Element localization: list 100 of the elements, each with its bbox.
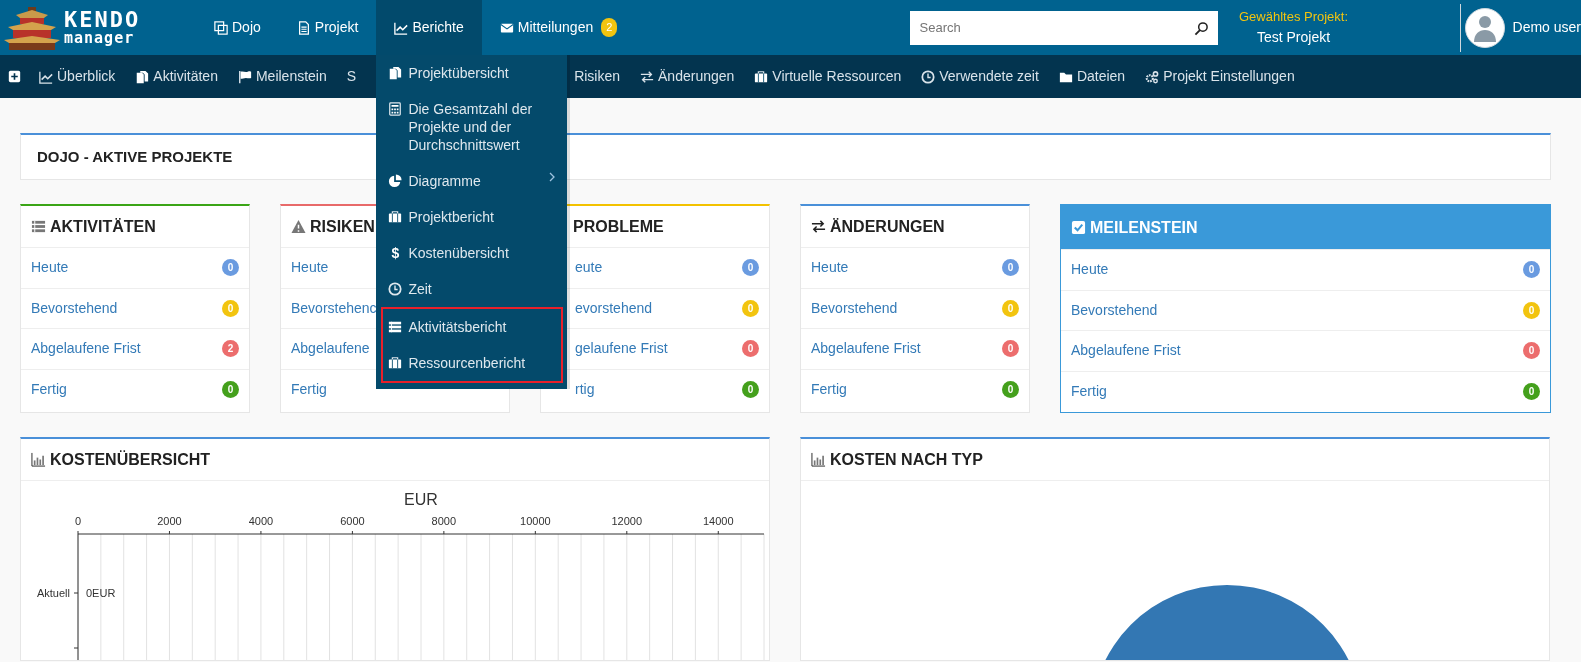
copy-icon bbox=[214, 20, 228, 35]
menu-item[interactable]: $ Kostenübersicht bbox=[376, 235, 568, 271]
menu-item[interactable]: Aktivitätsbericht bbox=[383, 309, 562, 345]
tick-label: 14000 bbox=[702, 515, 734, 527]
status-link[interactable]: eute bbox=[575, 257, 603, 279]
subnav-link[interactable]: Risiken bbox=[574, 66, 631, 87]
nav-tab[interactable]: Dojo bbox=[196, 0, 279, 55]
count-badge: 0 bbox=[742, 381, 759, 399]
count-badge: 0 bbox=[1002, 259, 1019, 277]
checkbox-icon bbox=[1071, 220, 1086, 235]
subnav-link[interactable]: Dateien bbox=[1048, 66, 1136, 87]
status-link[interactable]: Heute bbox=[811, 257, 849, 279]
document-icon bbox=[296, 20, 311, 35]
menu-item[interactable]: Ressourcenbericht bbox=[383, 345, 562, 381]
bar-chart-icon bbox=[31, 452, 46, 467]
bar-chart-icon bbox=[811, 452, 826, 467]
avatar[interactable] bbox=[1464, 7, 1505, 48]
dollar-icon: $ bbox=[388, 244, 403, 262]
subnav-link[interactable]: Projekt Einstellungen bbox=[1135, 66, 1305, 87]
nav-tab[interactable]: Projekt bbox=[278, 0, 377, 55]
search-field[interactable]: Search bbox=[909, 10, 1218, 45]
count-badge: 0 bbox=[222, 381, 239, 399]
add-button[interactable] bbox=[8, 70, 21, 83]
panel-title: DOJO - AKTIVE PROJEKTE bbox=[37, 146, 233, 167]
subnav-link[interactable]: Aktivitäten bbox=[125, 66, 228, 87]
plus-icon bbox=[8, 70, 21, 83]
menu-item[interactable]: Die Gesamtzahl der Projekte und der Durchschnittswert bbox=[376, 91, 568, 163]
subnav-link[interactable]: Virtuelle Ressourcen bbox=[744, 66, 912, 87]
status-link[interactable]: Bevorstehend bbox=[31, 297, 118, 319]
tick-label: 10000 bbox=[520, 515, 551, 527]
swap-arrows-icon bbox=[640, 69, 655, 84]
status-link[interactable]: gelaufene Frist bbox=[575, 338, 668, 360]
status-link[interactable]: Fertig bbox=[291, 379, 327, 401]
tick-label: 4000 bbox=[248, 515, 274, 527]
card-title: KOSTENÜBERSICHT bbox=[50, 449, 210, 470]
tick-label: 2000 bbox=[157, 515, 182, 527]
menu-item[interactable]: Zeit bbox=[376, 271, 568, 307]
menu-item[interactable]: Projektübersicht bbox=[376, 59, 568, 91]
briefcase-icon bbox=[388, 356, 403, 370]
status-link[interactable]: Heute bbox=[291, 257, 329, 279]
count-badge: 0 bbox=[1523, 301, 1540, 319]
count-badge: 0 bbox=[742, 299, 759, 317]
status-link[interactable]: rtig bbox=[575, 379, 595, 401]
tick-label: 12000 bbox=[611, 515, 643, 527]
status-link[interactable]: Abgelaufene bbox=[291, 338, 370, 360]
status-link[interactable]: evorstehend bbox=[575, 297, 653, 319]
briefcase-icon bbox=[388, 210, 403, 224]
subnav-link[interactable]: Meilenstein bbox=[227, 66, 337, 87]
pagoda-drawing bbox=[4, 4, 60, 51]
tick-label: 6000 bbox=[340, 515, 365, 527]
status-link[interactable]: Fertig bbox=[1071, 381, 1107, 403]
documents-icon bbox=[135, 69, 150, 84]
flag-icon bbox=[237, 69, 252, 84]
axis-title: EUR bbox=[404, 491, 438, 508]
status-link[interactable]: Heute bbox=[1071, 259, 1109, 281]
card-title: ÄNDERUNGEN bbox=[830, 216, 945, 237]
subnav-link[interactable]: Verwendete zeit bbox=[911, 66, 1049, 87]
subnav-link[interactable]: S bbox=[336, 66, 357, 87]
card-title: KOSTEN NACH TYP bbox=[830, 449, 983, 470]
count-badge: 0 bbox=[222, 299, 239, 317]
menu-item[interactable]: Diagramme bbox=[376, 163, 568, 199]
status-link[interactable]: Bevorstehend bbox=[811, 297, 898, 319]
count-badge: 2 bbox=[601, 18, 618, 37]
status-link[interactable]: Heute bbox=[31, 257, 69, 279]
line-chart-icon bbox=[39, 69, 53, 84]
count-badge: 0 bbox=[1002, 299, 1019, 317]
count-badge: 0 bbox=[1523, 383, 1540, 401]
tick-label: 8000 bbox=[431, 515, 457, 527]
card-title: RISIKEN bbox=[310, 216, 375, 237]
project-name: Test Projekt bbox=[1256, 27, 1331, 47]
project-caption: Gewähltes Projekt: bbox=[1238, 8, 1349, 27]
nav-tab[interactable]: Mitteilungen 2 bbox=[481, 0, 636, 55]
menu-item[interactable]: Projektbericht bbox=[376, 199, 568, 235]
status-link[interactable]: Abgelaufene Frist bbox=[811, 338, 921, 360]
card-title: MEILENSTEIN bbox=[1090, 217, 1198, 238]
subnav-link[interactable]: Überblick bbox=[29, 66, 126, 87]
clock-icon bbox=[921, 69, 936, 84]
list-icon bbox=[31, 219, 46, 234]
status-link[interactable]: Abgelaufene Frist bbox=[31, 338, 141, 360]
count-badge: 0 bbox=[1002, 381, 1019, 399]
card-title: PROBLEME bbox=[573, 216, 664, 237]
logo-subtitle: manager bbox=[64, 31, 136, 46]
count-badge: 0 bbox=[1523, 261, 1540, 279]
line-chart-icon bbox=[394, 20, 409, 35]
status-link[interactable]: Bevorstehend bbox=[1071, 299, 1158, 321]
status-link[interactable]: Fertig bbox=[31, 379, 67, 401]
logo-text: KENDO bbox=[64, 9, 141, 31]
calculator-icon bbox=[388, 102, 403, 116]
status-link[interactable]: Bevorstehenc bbox=[291, 297, 377, 319]
gears-icon bbox=[1145, 69, 1160, 84]
count-badge: 0 bbox=[222, 259, 239, 277]
search-icon bbox=[1193, 20, 1209, 36]
nav-tab[interactable]: Berichte bbox=[376, 0, 482, 55]
status-link[interactable]: Fertig bbox=[811, 379, 847, 401]
list-icon bbox=[388, 320, 403, 334]
warning-icon bbox=[291, 219, 306, 234]
user-name[interactable]: Demo user bbox=[1512, 17, 1581, 38]
subnav-link[interactable]: Änderungen bbox=[630, 66, 745, 87]
count-badge: 0 bbox=[1002, 340, 1019, 358]
status-link[interactable]: Abgelaufene Frist bbox=[1071, 340, 1181, 362]
